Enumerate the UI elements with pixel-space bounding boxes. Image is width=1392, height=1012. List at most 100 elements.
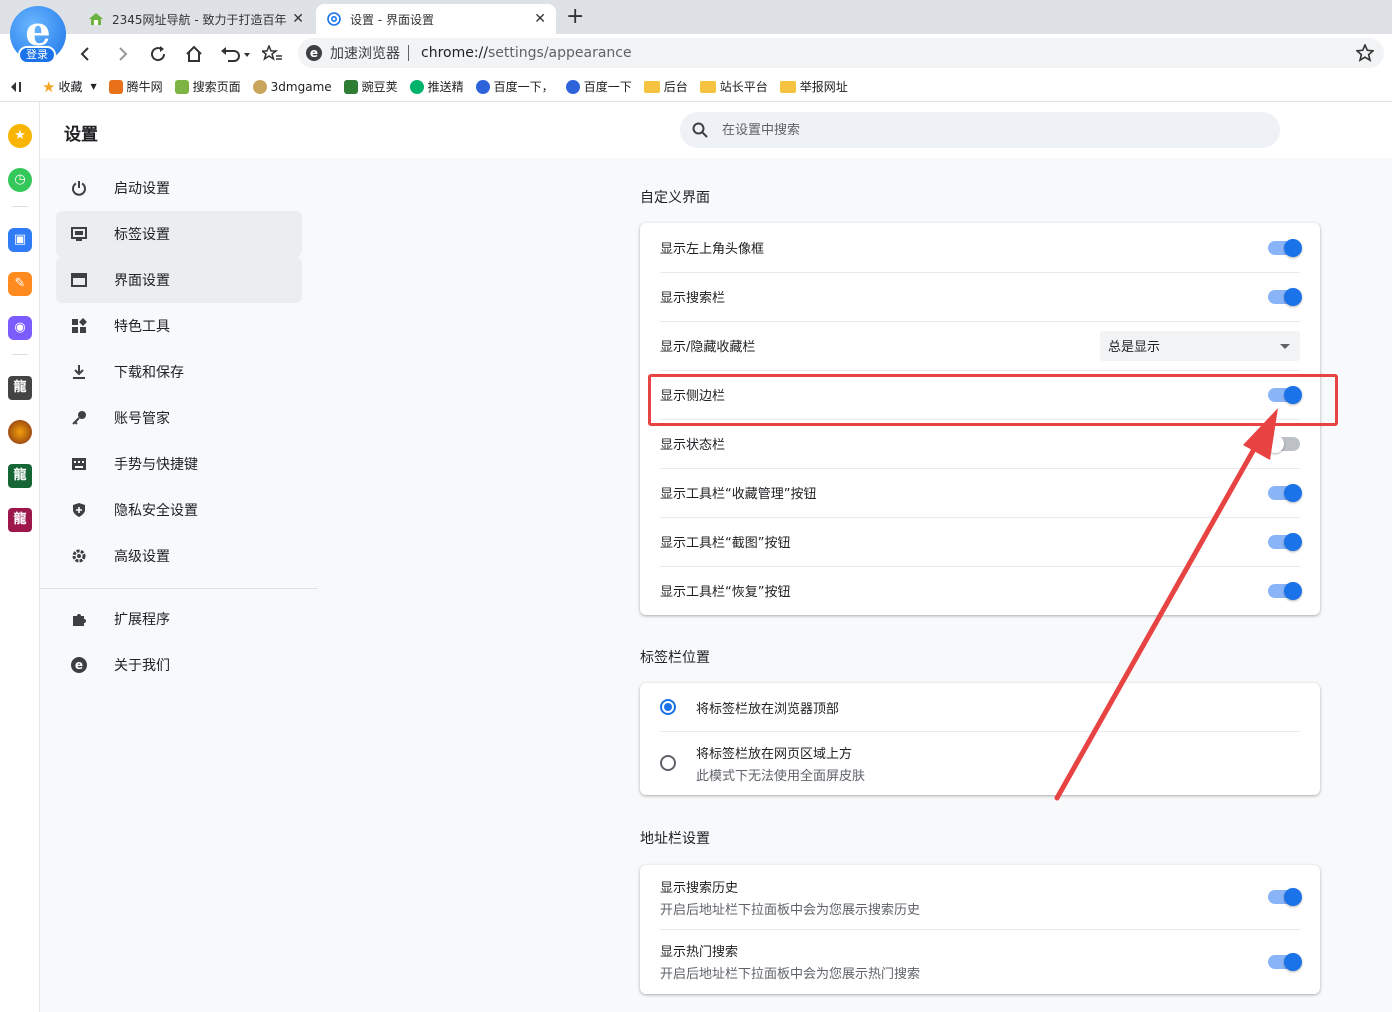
radio-page[interactable]: [660, 755, 676, 771]
url-text[interactable]: chrome://settings/appearance: [421, 45, 632, 61]
star-list-icon: [262, 45, 282, 61]
bookmark-item[interactable]: 腾牛网: [108, 78, 163, 95]
nav-tools[interactable]: 特色工具: [56, 303, 302, 349]
radio-top[interactable]: [660, 699, 676, 715]
tab-2345[interactable]: 2345网址导航 - 致力于打造百年品牌 ✕: [78, 4, 314, 34]
bookmark-item[interactable]: 豌豆荚: [343, 78, 398, 95]
caret-down-icon: ▼: [90, 82, 97, 91]
bookmark-star-icon[interactable]: [1355, 42, 1375, 66]
puzzle-icon: [70, 610, 88, 628]
setting-row-bookmarkbar: 显示/隐藏收藏栏 总是显示: [660, 321, 1300, 370]
settings-header: 设置: [40, 102, 1392, 158]
nav-privacy[interactable]: 隐私安全设置: [56, 487, 302, 533]
back-button[interactable]: [74, 42, 98, 66]
bookmark-item[interactable]: 推送精: [409, 78, 464, 95]
setting-row-sidebar: 显示侧边栏: [660, 370, 1302, 419]
nav-accounts[interactable]: 账号管家: [56, 395, 302, 441]
screenshot-button-toggle[interactable]: [1268, 532, 1302, 551]
tools-icon[interactable]: ✎: [8, 272, 32, 296]
nav-about[interactable]: e 关于我们: [56, 642, 302, 688]
bookmark-item[interactable]: 百度一下，: [475, 78, 554, 95]
undo-icon: [221, 47, 250, 62]
url-path: settings/appearance: [488, 45, 632, 61]
key-icon: [70, 409, 88, 427]
tab-position-top-option[interactable]: 将标签栏放在浏览器顶部: [660, 683, 1300, 731]
bookmark-button-toggle[interactable]: [1268, 483, 1302, 502]
statusbar-toggle[interactable]: [1266, 434, 1300, 453]
home-button[interactable]: [182, 42, 206, 66]
bookmark-manager-button[interactable]: [260, 42, 284, 66]
sidebar-toggle-icon[interactable]: [10, 81, 24, 93]
avatar-toggle[interactable]: [1268, 238, 1302, 257]
game-icon[interactable]: [8, 420, 32, 444]
download-icon: [70, 363, 88, 381]
close-icon[interactable]: ✕: [292, 11, 304, 27]
toolbar: e 加速浏览器 chrome://settings/appearance: [0, 34, 1392, 72]
searchbar-toggle[interactable]: [1268, 287, 1302, 306]
reload-icon: [151, 46, 166, 62]
forward-button[interactable]: [110, 42, 134, 66]
bookmark-favorites[interactable]: ★ 收藏 ▼: [42, 78, 97, 96]
tab-position-card: 将标签栏放在浏览器顶部 将标签栏放在网页区域上方 此模式下无法使用全面屏皮肤: [640, 683, 1320, 795]
layout-icon: [70, 271, 88, 289]
bookmark-folder[interactable]: 后台: [643, 78, 688, 95]
tab-position-page-option[interactable]: 将标签栏放在网页区域上方 此模式下无法使用全面屏皮肤: [660, 731, 1300, 795]
bookmark-item[interactable]: 搜索页面: [174, 78, 241, 95]
settings-search[interactable]: [680, 112, 1280, 148]
rail-divider: [12, 206, 28, 207]
reload-button[interactable]: [146, 42, 170, 66]
nav-startup[interactable]: 启动设置: [56, 165, 302, 211]
search-input[interactable]: [722, 122, 1222, 138]
nav-appearance[interactable]: 界面设置: [56, 257, 302, 303]
gear-icon: [326, 11, 342, 27]
bookmark-folder[interactable]: 举报网址: [779, 78, 848, 95]
search-history-toggle[interactable]: [1268, 888, 1302, 906]
folder-icon: [699, 80, 716, 93]
address-bar[interactable]: e 加速浏览器 chrome://settings/appearance: [298, 38, 1384, 68]
chevron-left-icon: [80, 47, 89, 61]
customize-card: 显示左上角头像框 显示搜索栏 显示/隐藏收藏栏 总是显示 显示侧边栏 显示状态栏…: [640, 223, 1320, 615]
monitor-icon: [70, 225, 88, 243]
rail-divider: [12, 354, 28, 355]
search-icon: [692, 122, 708, 138]
setting-row-hot-search: 显示热门搜索 开启后地址栏下拉面板中会为您展示热门搜索: [660, 929, 1302, 994]
nav-shortcuts[interactable]: 手势与快捷键: [56, 441, 302, 487]
bookmark-item[interactable]: 百度一下: [565, 78, 632, 95]
bookmarkbar-select[interactable]: 总是显示: [1100, 330, 1300, 361]
setting-row-avatar: 显示左上角头像框: [660, 223, 1302, 272]
setting-row-searchbar: 显示搜索栏: [660, 272, 1302, 321]
close-icon[interactable]: ✕: [534, 11, 546, 27]
nav-downloads[interactable]: 下载和保存: [56, 349, 302, 395]
game-icon[interactable]: 龍: [8, 464, 32, 488]
nav-extensions[interactable]: 扩展程序: [56, 596, 302, 642]
nav-advanced[interactable]: 高级设置: [56, 533, 302, 579]
toolbox-icon[interactable]: ▣: [8, 228, 32, 252]
history-clock-icon[interactable]: ◷: [8, 168, 32, 192]
new-tab-button[interactable]: +: [566, 4, 584, 30]
nav-tabs[interactable]: 标签设置: [56, 211, 302, 257]
wandoujia-icon: [343, 79, 358, 94]
restore-button[interactable]: [218, 42, 252, 66]
house-icon: [88, 11, 104, 27]
side-rail: ★ ◷ ▣ ✎ ◉ 龍 龍 龍: [0, 102, 40, 1012]
caret-down-icon: [1280, 343, 1290, 349]
game-icon[interactable]: 龍: [8, 376, 32, 400]
browser-logo[interactable]: e 登录: [8, 6, 68, 66]
hot-search-toggle[interactable]: [1268, 952, 1302, 971]
shield-icon: [70, 501, 88, 519]
game-icon[interactable]: 龍: [8, 508, 32, 532]
bookmark-folder[interactable]: 站长平台: [699, 78, 768, 95]
game-controller-icon[interactable]: ◉: [8, 316, 32, 340]
tab-settings[interactable]: 设置 - 界面设置 ✕: [316, 4, 556, 34]
sidebar-toggle[interactable]: [1268, 385, 1302, 404]
tab-title: 2345网址导航 - 致力于打造百年品牌: [112, 12, 287, 27]
login-button[interactable]: 登录: [18, 46, 56, 64]
section-title-address-bar: 地址栏设置: [640, 831, 710, 847]
bookmarks-bar: ★ 收藏 ▼ 腾牛网 搜索页面 3dmgame 豌豆荚 推送精 百度一下， 百度…: [0, 72, 1392, 102]
restore-button-toggle[interactable]: [1268, 581, 1302, 600]
favorites-star-icon[interactable]: ★: [8, 124, 32, 148]
address-bar-card: 显示搜索历史 开启后地址栏下拉面板中会为您展示搜索历史 显示热门搜索 开启后地址…: [640, 865, 1320, 994]
page-title: 设置: [64, 125, 98, 145]
setting-row-search-history: 显示搜索历史 开启后地址栏下拉面板中会为您展示搜索历史: [660, 865, 1302, 929]
bookmark-item[interactable]: 3dmgame: [252, 79, 332, 94]
